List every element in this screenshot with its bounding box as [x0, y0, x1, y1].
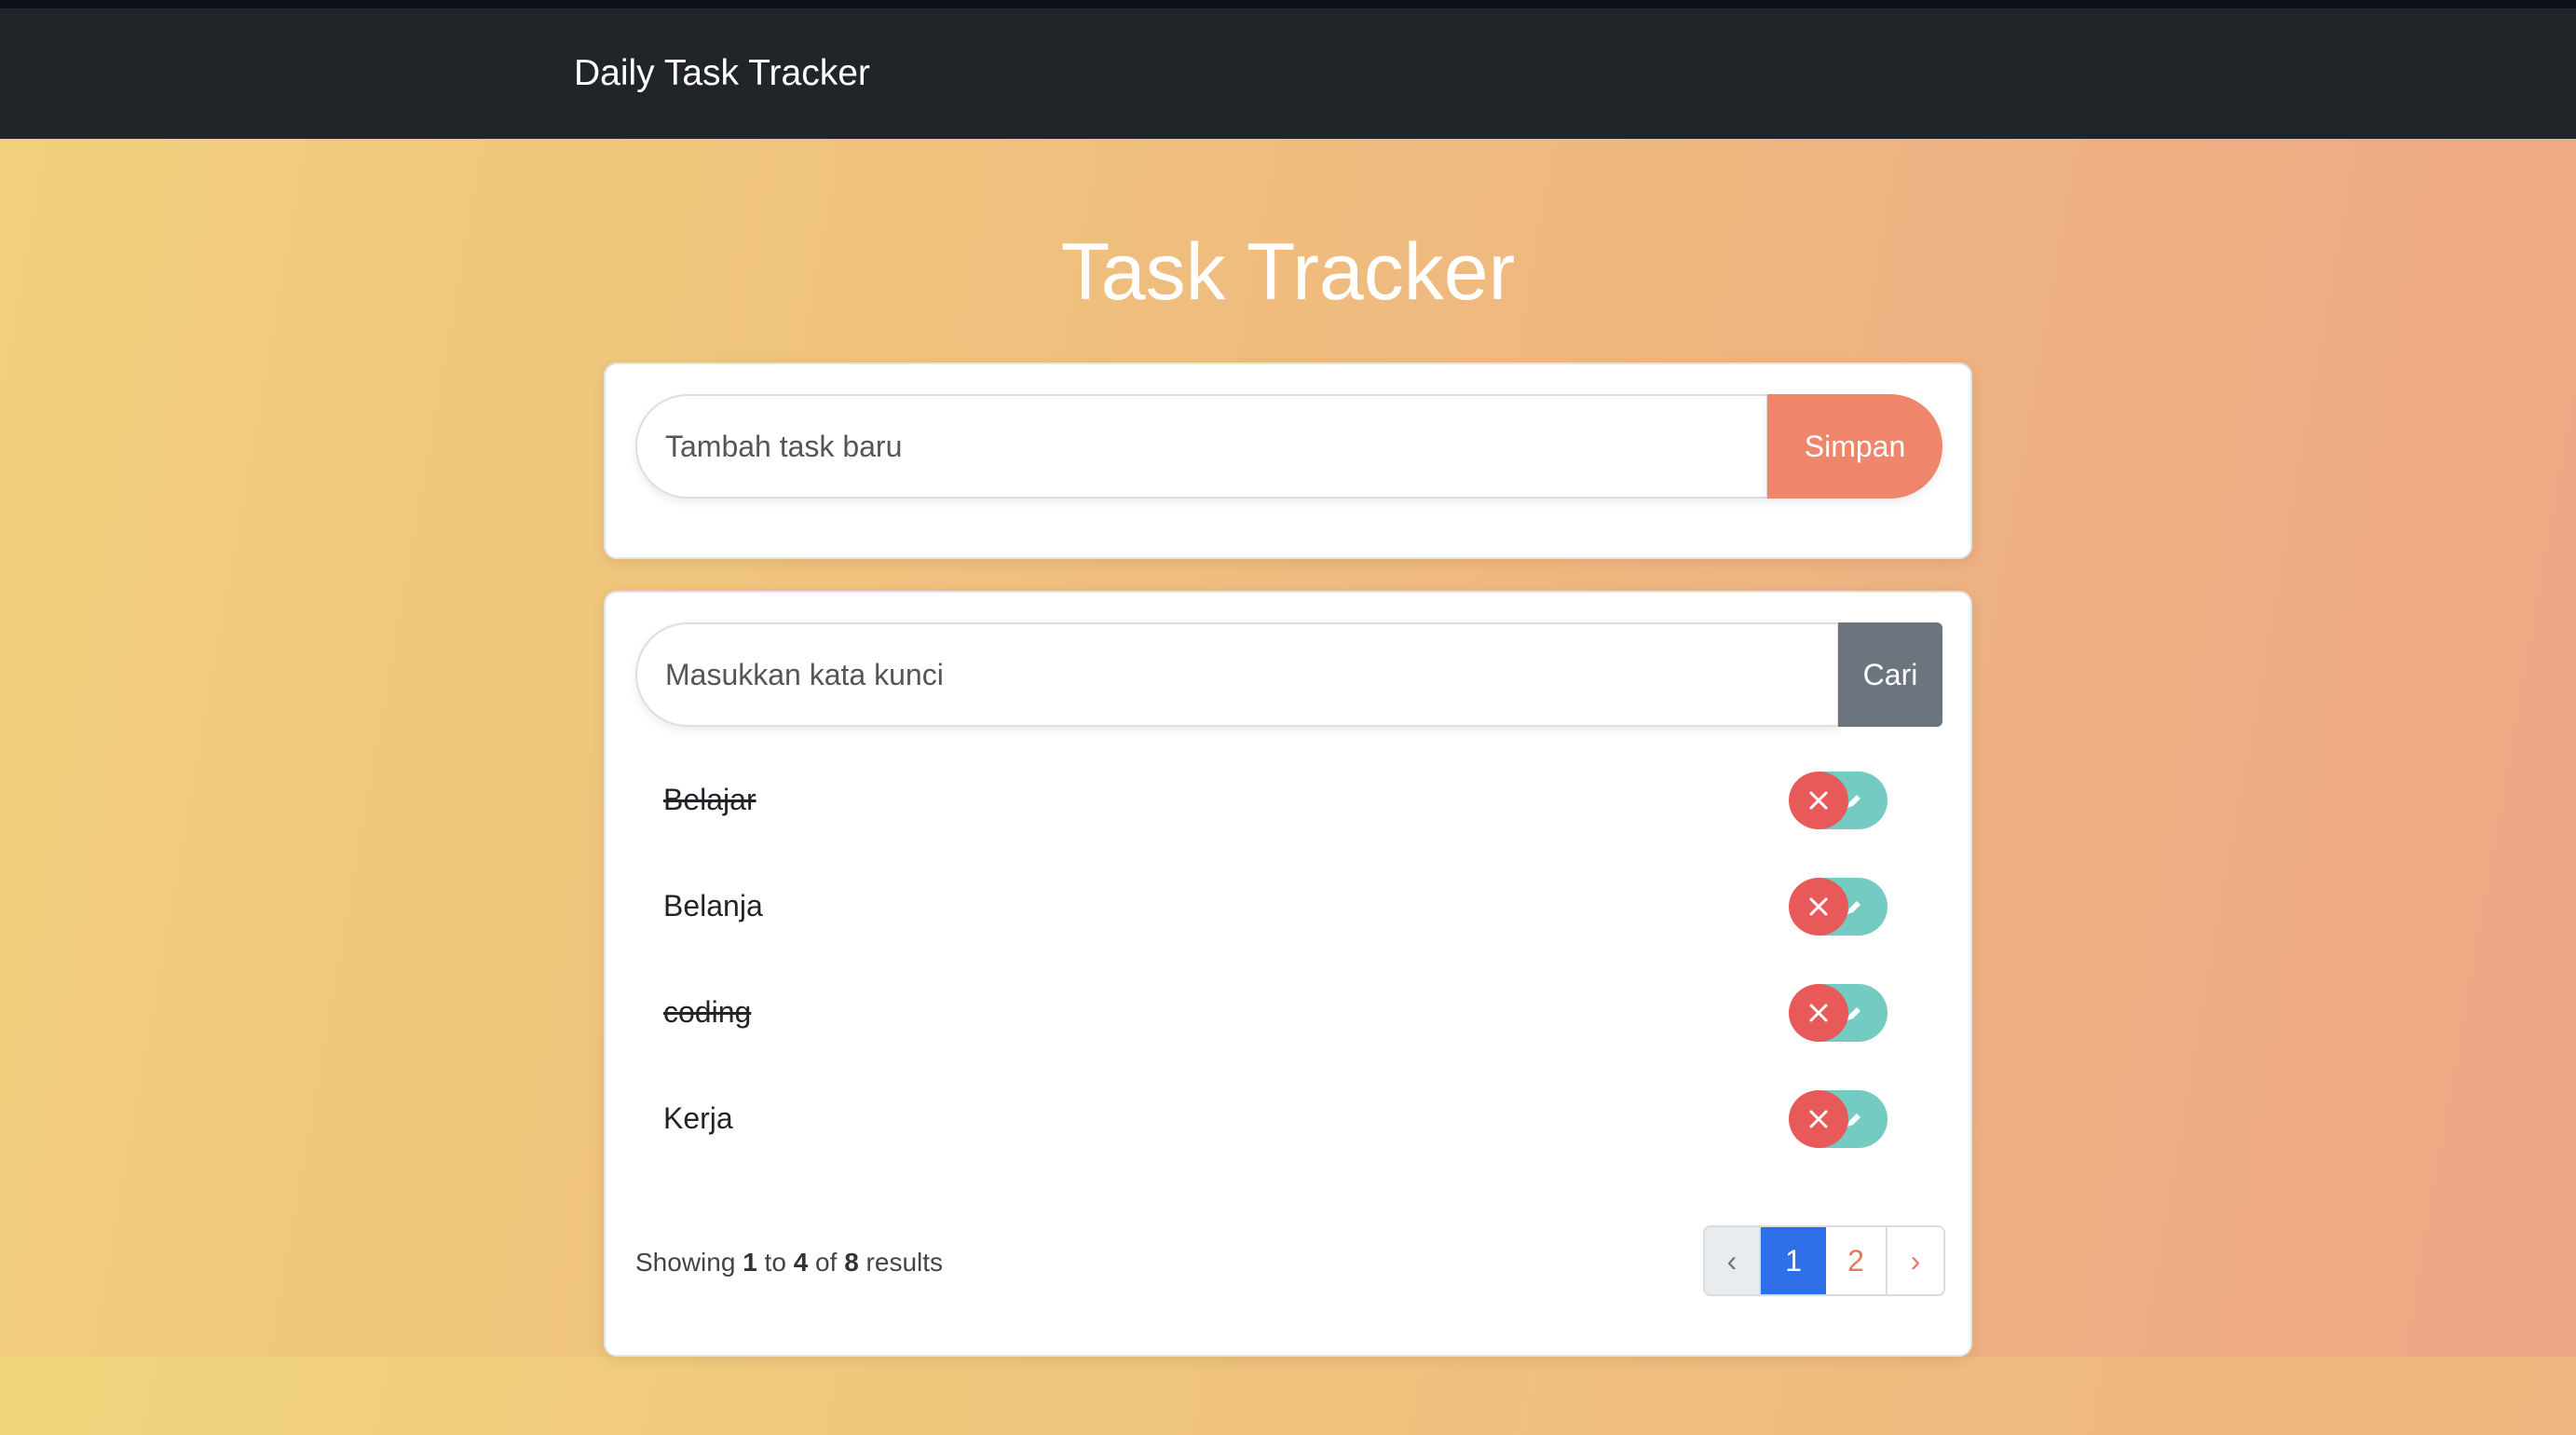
results-suffix: results	[865, 1248, 944, 1277]
save-button[interactable]: Simpan	[1767, 394, 1942, 499]
pagination: ‹ 1 2 ›	[1703, 1225, 1945, 1296]
pagination-page-1[interactable]: 1	[1761, 1227, 1826, 1294]
task-name[interactable]: Belajar	[663, 762, 756, 837]
results-total: 8	[844, 1248, 859, 1277]
task-row: coding	[663, 975, 1912, 1049]
footer-band	[0, 1357, 2576, 1435]
task-row: Kerja	[663, 1081, 1912, 1155]
new-task-input[interactable]	[635, 394, 1768, 499]
search-input[interactable]	[635, 622, 1839, 727]
navbar: Daily Task Tracker	[0, 8, 2576, 139]
results-summary: Showing 1 to 4 of 8 results	[635, 1246, 943, 1279]
pagination-next-button[interactable]: ›	[1888, 1227, 1943, 1294]
task-name[interactable]: coding	[663, 975, 751, 1049]
results-from: 1	[743, 1248, 757, 1277]
navbar-brand[interactable]: Daily Task Tracker	[574, 8, 870, 139]
task-list-card: Cari Belajar Belanja coding Kerja	[604, 591, 1972, 1357]
close-icon	[1809, 791, 1828, 810]
delete-task-button[interactable]	[1789, 984, 1848, 1042]
close-icon	[1809, 1110, 1828, 1128]
pagination-prev-button[interactable]: ‹	[1705, 1227, 1761, 1294]
results-to: 4	[793, 1248, 809, 1277]
delete-task-button[interactable]	[1789, 1090, 1848, 1148]
results-to-word: to	[764, 1248, 786, 1277]
task-name[interactable]: Kerja	[663, 1081, 733, 1155]
search-button[interactable]: Cari	[1838, 622, 1942, 727]
search-form: Cari	[635, 622, 1942, 727]
close-icon	[1809, 1004, 1828, 1022]
add-task-form: Simpan	[635, 394, 1942, 499]
results-of-word: of	[815, 1248, 838, 1277]
pagination-page-2[interactable]: 2	[1826, 1227, 1888, 1294]
close-icon	[1809, 897, 1828, 916]
task-row: Belanja	[663, 868, 1912, 943]
delete-task-button[interactable]	[1789, 878, 1848, 936]
delete-task-button[interactable]	[1789, 772, 1848, 829]
task-row: Belajar	[663, 762, 1912, 837]
add-task-card: Simpan	[604, 362, 1972, 559]
page-title: Task Tracker	[1060, 227, 1516, 317]
task-name[interactable]: Belanja	[663, 868, 763, 943]
window-top-edge	[0, 0, 2576, 8]
results-prefix: Showing	[635, 1248, 736, 1277]
